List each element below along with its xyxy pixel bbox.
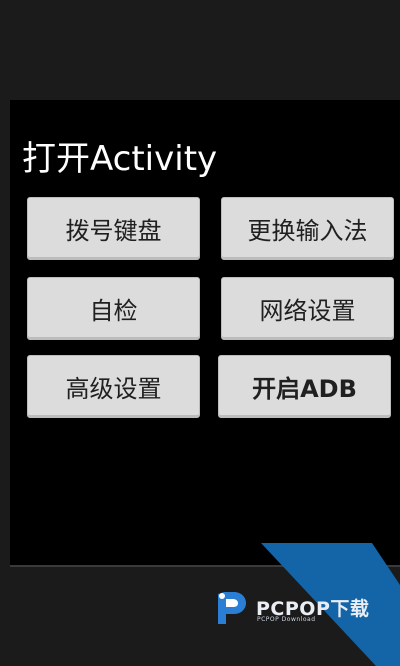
- panel-divider: [10, 565, 400, 567]
- page-title: 打开Activity: [22, 139, 218, 179]
- watermark-subtitle: PCPOP Download: [257, 616, 316, 623]
- dialpad-button[interactable]: 拨号键盘: [27, 197, 200, 260]
- change-input-method-button[interactable]: 更换输入法: [221, 197, 394, 260]
- advanced-settings-button[interactable]: 高级设置: [27, 355, 200, 418]
- self-check-button[interactable]: 自检: [27, 277, 200, 340]
- pcpop-logo-icon: [218, 592, 246, 624]
- enable-adb-button[interactable]: 开启ADB: [218, 355, 391, 418]
- network-settings-button[interactable]: 网络设置: [221, 277, 394, 340]
